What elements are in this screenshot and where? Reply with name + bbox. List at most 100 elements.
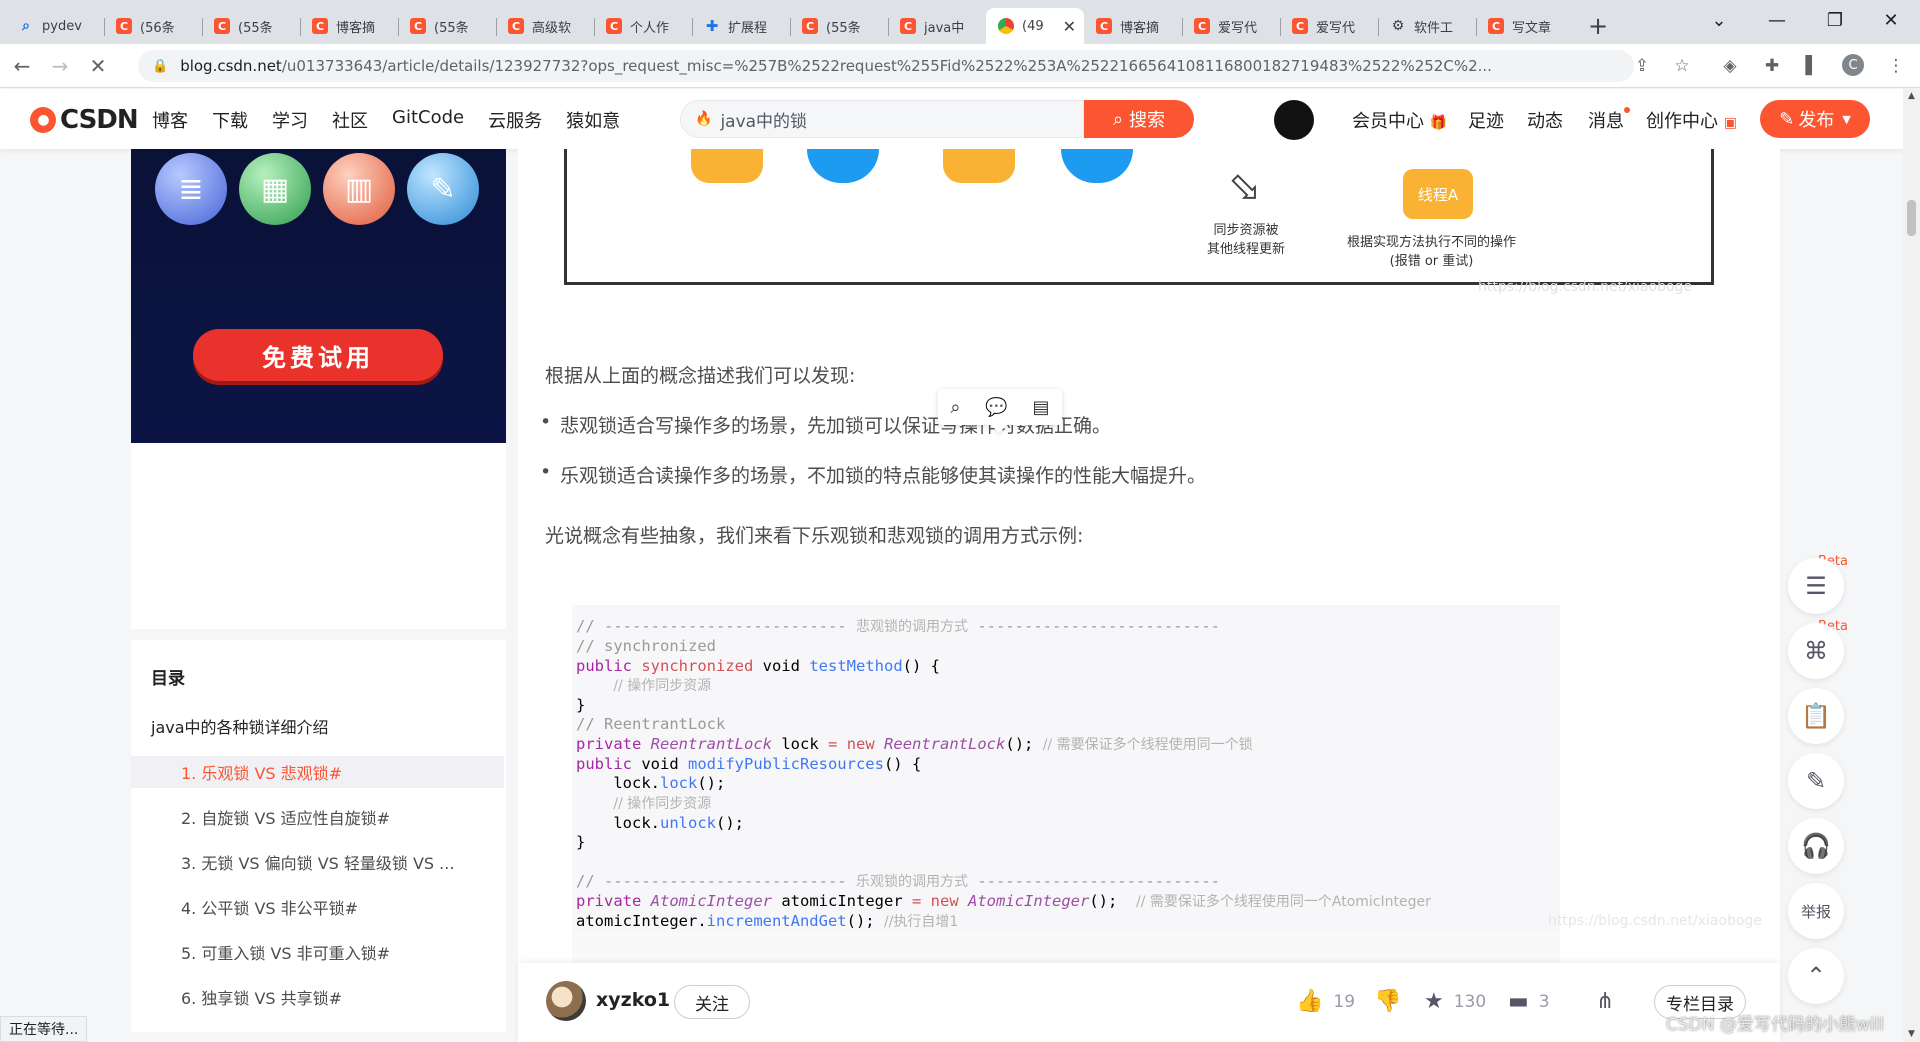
report-button[interactable]: 举报 [1788, 883, 1844, 939]
browser-tab[interactable]: C 写文章 [1476, 8, 1574, 44]
spreadsheet-app-icon: ▦ [239, 153, 311, 225]
extensions-puzzle-icon[interactable]: ✚ [1760, 54, 1784, 78]
ai-summary-button[interactable]: ☰ [1788, 558, 1844, 614]
table-of-contents: 目录 java中的各种锁详细介绍 1. 乐观锁 VS 悲观锁# 2. 自旋锁 V… [131, 640, 506, 1032]
lock-diagram-figure: ⇨ 同步资源被 其他线程更新 线程A 根据实现方法执行不同的操作 (报错 or … [564, 149, 1714, 285]
dislike-button[interactable]: 👎 [1374, 989, 1411, 1014]
like-button[interactable]: 👍 19 [1296, 989, 1355, 1014]
url-text: blog.csdn.net/u013733643/article/details… [180, 57, 1492, 75]
minimize-button[interactable]: — [1748, 0, 1806, 40]
free-trial-button[interactable]: 免费试用 [193, 329, 443, 381]
publish-button[interactable]: ✎ 发布 ▼ [1760, 100, 1870, 138]
tab-search-icon[interactable]: ⌄ [1690, 0, 1748, 40]
address-bar[interactable]: 🔒 blog.csdn.net/u013733643/article/detai… [138, 50, 1634, 82]
csdn-mascot-icon: ● [30, 107, 56, 133]
note-icon[interactable]: ▤ [1033, 397, 1050, 418]
toc-item[interactable]: 6. 独享锁 VS 共享锁# [131, 981, 504, 1013]
customer-service-button[interactable]: 🎧 [1788, 818, 1844, 874]
browser-tab[interactable]: ⚙ 软件工 [1378, 8, 1476, 44]
browser-tab[interactable]: C 爱写代 [1182, 8, 1280, 44]
maximize-button[interactable]: ❐ [1806, 0, 1864, 40]
toc-item[interactable]: 2. 自旋锁 VS 适应性自旋锁# [131, 801, 504, 833]
extension-tag-icon[interactable]: ◈ [1718, 54, 1742, 78]
follow-button[interactable]: 关注 [674, 985, 750, 1019]
forward-button[interactable]: → [44, 50, 76, 82]
scroll-thumb[interactable] [1907, 200, 1916, 236]
member-center-link[interactable]: 会员中心 🎁 [1352, 107, 1447, 133]
browser-tab[interactable]: C (56条 [104, 8, 202, 44]
chrome-icon [998, 18, 1014, 34]
browser-tab[interactable]: C (55条 [202, 8, 300, 44]
close-window-button[interactable]: ✕ [1862, 0, 1920, 40]
comment-button[interactable]: ▬ 3 [1508, 989, 1550, 1014]
browser-tab[interactable]: C (55条 [398, 8, 496, 44]
search-button[interactable]: ⌕ 搜索 [1084, 100, 1194, 138]
clipboard-icon: 📋 [1801, 702, 1831, 730]
headset-icon: 🎧 [1801, 832, 1831, 860]
edit-icon: ✎ [1805, 767, 1827, 795]
toc-item[interactable]: 4. 公平锁 VS 非公平锁# [131, 891, 504, 923]
nav-download[interactable]: 下载 [212, 107, 248, 133]
csdn-logo[interactable]: ● CSDN [30, 105, 139, 135]
browser-tab[interactable]: C 爱写代 [1280, 8, 1378, 44]
nav-gitcode[interactable]: GitCode [392, 107, 464, 133]
bookmark-star-icon[interactable]: ☆ [1670, 54, 1694, 78]
mind-map-button[interactable]: ⌘ [1788, 623, 1844, 679]
footprint-link[interactable]: 足迹 [1468, 107, 1504, 133]
footer-watermark: CSDN @爱写代码的小熊will [1666, 1015, 1884, 1035]
back-button[interactable]: ← [6, 50, 38, 82]
comment-icon[interactable]: 💬 [985, 397, 1007, 418]
tab-label: (55条 [826, 20, 861, 36]
share-icon[interactable]: ⇪ [1630, 54, 1654, 78]
browser-tab[interactable]: Cjava中 [888, 8, 986, 44]
creator-center-link[interactable]: 创作中心 ▣ [1646, 107, 1737, 133]
author-avatar[interactable] [546, 981, 586, 1021]
author-name[interactable]: xyzko1 [596, 989, 670, 1011]
browser-tab[interactable]: C 个人作 [594, 8, 692, 44]
tab-label: 爱写代 [1218, 20, 1258, 36]
menu-kebab-icon[interactable]: ⋮ [1884, 54, 1908, 78]
activity-link[interactable]: 动态 [1527, 107, 1563, 133]
scroll-up-arrow-icon[interactable]: ▲ [1903, 88, 1920, 104]
nav-cloud[interactable]: 云服务 [488, 107, 542, 133]
browser-tab[interactable]: ⌕ pydev [6, 8, 104, 44]
nav-yuanruyi[interactable]: 猿如意 [566, 107, 620, 133]
code-watermark: https://blog.csdn.net/xiaoboge [1548, 913, 1763, 929]
toc-item-active[interactable]: 1. 乐观锁 VS 悲观锁# [131, 756, 504, 788]
search-input[interactable]: 🔥 java中的锁 [680, 100, 1084, 138]
sidepanel-icon[interactable]: ▌ [1800, 54, 1824, 78]
browser-tab[interactable]: (49 ✕ [986, 8, 1084, 44]
toc-item[interactable]: 5. 可重入锁 VS 非可重入锁# [131, 936, 504, 968]
scroll-down-arrow-icon[interactable]: ▼ [1903, 1026, 1920, 1042]
profile-avatar-icon[interactable]: C [1842, 54, 1864, 76]
messages-link[interactable]: 消息 [1588, 107, 1630, 133]
search-icon[interactable]: ⌕ [950, 397, 960, 418]
clipboard-button[interactable]: 📋 [1788, 688, 1844, 744]
browser-tab[interactable]: C 高级软 [496, 8, 594, 44]
diagram-node [691, 149, 763, 183]
close-tab-icon[interactable]: ✕ [1063, 17, 1076, 36]
csdn-icon: C [1096, 18, 1112, 34]
browser-tab[interactable]: C 博客摘 [300, 8, 398, 44]
sidebar-ad-banner[interactable]: ≣ ▦ ▥ ✎ 免费试用 [131, 149, 506, 443]
browser-tab[interactable]: C (55条 [790, 8, 888, 44]
browser-tab[interactable]: C 博客摘 [1084, 8, 1182, 44]
tab-label: pydev [42, 18, 82, 34]
toc-item[interactable]: 3. 无锁 VS 偏向锁 VS 轻量级锁 VS ... [131, 846, 504, 878]
page-scrollbar[interactable]: ▲ ▼ [1903, 88, 1920, 1042]
edit-button[interactable]: ✎ [1788, 753, 1844, 809]
nav-learn[interactable]: 学习 [272, 107, 308, 133]
stop-loading-button[interactable]: ✕ [82, 50, 114, 82]
back-to-top-button[interactable]: ⌃ [1788, 948, 1844, 1004]
nav-community[interactable]: 社区 [332, 107, 368, 133]
csdn-header: ● CSDN 博客 下载 学习 社区 GitCode 云服务 猿如意 🔥 jav… [0, 89, 1920, 149]
favorite-button[interactable]: ★ 130 [1424, 989, 1486, 1014]
user-avatar[interactable] [1274, 100, 1314, 140]
share-button[interactable]: ⋔ [1596, 989, 1624, 1014]
nav-blog[interactable]: 博客 [152, 107, 188, 133]
toc-item[interactable]: java中的各种锁详细介绍 [131, 710, 504, 742]
new-tab-button[interactable]: + [1580, 8, 1616, 44]
browser-tab[interactable]: ✚ 扩展程 [692, 8, 790, 44]
diagram-node [807, 149, 879, 183]
diagram-note-left: 同步资源被 其他线程更新 [1207, 223, 1286, 257]
